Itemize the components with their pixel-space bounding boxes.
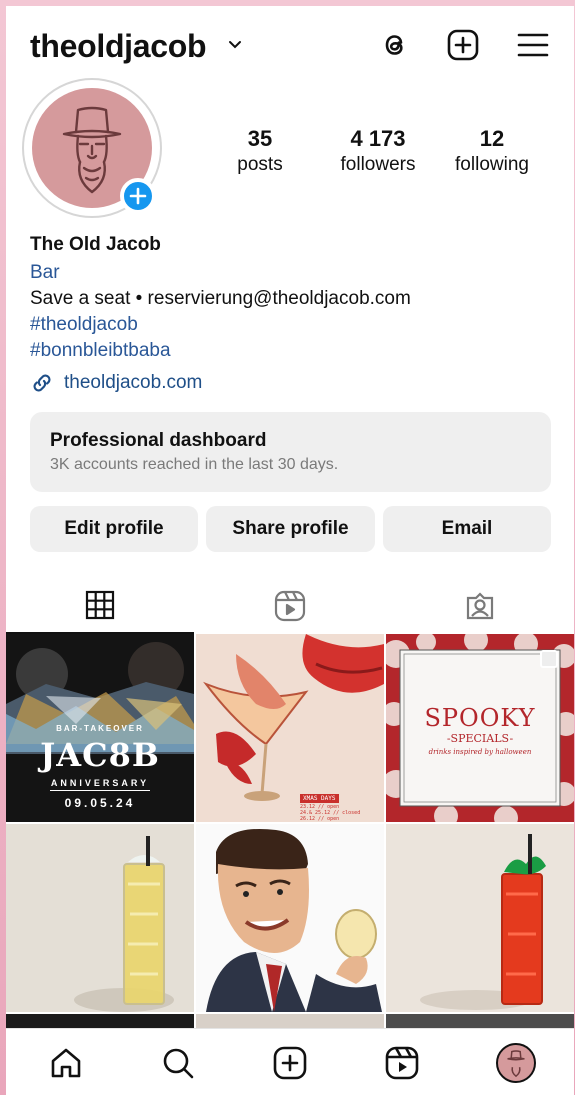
email-button[interactable]: Email [383, 506, 551, 552]
grid-tab[interactable] [6, 578, 194, 634]
post-image [420, 834, 546, 1010]
stat-label: followers [340, 154, 416, 175]
bio-text: Save a seat • reservierung@theoldjacob.c… [30, 288, 411, 309]
category-label: Bar [30, 262, 60, 283]
posts-grid: BAR-TAKEOVER JAC8B ANNIVERSARY 09.05.24 … [6, 634, 574, 1034]
post-thumbnail[interactable] [6, 824, 194, 1012]
menu-icon[interactable] [516, 28, 550, 62]
hashtag-link[interactable]: #theoldjacob [30, 312, 138, 338]
website-url: theoldjacob.com [64, 372, 203, 393]
post-image [74, 836, 174, 1012]
new-post-icon[interactable] [446, 28, 480, 62]
post-text: BAR-TAKEOVER [56, 724, 144, 733]
following-count[interactable]: 12 following [444, 126, 540, 178]
post-text: ANNIVERSARY [50, 778, 150, 788]
dashboard-title: Professional dashboard [50, 430, 267, 451]
reels-icon [274, 590, 306, 622]
grid-icon [85, 590, 115, 620]
post-text-line: 26.12 // open [300, 816, 340, 822]
stat-label: following [455, 154, 529, 175]
edit-profile-button[interactable]: Edit profile [30, 506, 198, 552]
website-link[interactable]: theoldjacob.com [30, 368, 202, 398]
post-text: XMAS DAYS [300, 794, 339, 803]
post-text: drinks inspired by halloween [428, 748, 532, 756]
tagged-icon [466, 592, 494, 620]
reels-icon[interactable] [384, 1045, 420, 1081]
hashtag-link[interactable]: #bonnbleibtbaba [30, 338, 171, 364]
followers-count[interactable]: 4 173 followers [328, 126, 428, 178]
post-text: JAC8B [40, 736, 160, 774]
stat-value: 12 [479, 126, 505, 151]
multi-post-icon [540, 650, 558, 668]
logo-icon [507, 1050, 525, 1078]
home-icon[interactable] [48, 1045, 84, 1081]
post-text: -SPECIALS- [446, 732, 514, 745]
add-story-button[interactable] [120, 178, 156, 214]
create-icon[interactable] [272, 1045, 308, 1081]
plus-icon [129, 187, 147, 205]
chevron-down-icon[interactable] [228, 38, 242, 52]
profile-avatar[interactable] [496, 1043, 536, 1083]
display-name: The Old Jacob [30, 234, 161, 255]
link-icon [33, 374, 51, 392]
post-text: 09.05.24 [64, 796, 136, 810]
post-image [203, 634, 384, 801]
post-text: 23.12 // open 24.& 25.12 // closed 26.12… [300, 804, 360, 822]
username-title[interactable]: theoldjacob [30, 28, 207, 65]
stat-label: posts [237, 154, 283, 175]
stat-value: 4 173 [350, 126, 406, 151]
post-thumbnail[interactable] [196, 824, 384, 1012]
top-bar: theoldjacob [6, 6, 574, 80]
post-thumbnail[interactable]: XMAS DAYS 23.12 // open 24.& 25.12 // cl… [196, 634, 384, 822]
post-image [206, 828, 382, 1012]
professional-dashboard[interactable]: Professional dashboard 3K accounts reach… [30, 412, 551, 492]
post-thumbnail[interactable] [386, 824, 574, 1012]
stat-value: 35 [247, 126, 273, 151]
share-profile-button[interactable]: Share profile [206, 506, 375, 552]
posts-count[interactable]: 35 posts [220, 126, 300, 178]
tagged-tab[interactable] [386, 578, 574, 634]
reels-tab[interactable] [196, 578, 384, 634]
threads-icon[interactable] [378, 28, 412, 62]
bottom-navigation [6, 1028, 574, 1095]
profile-screen: theoldjacob 35 posts 4 173 followers 12 … [6, 6, 574, 1095]
dashboard-subtitle: 3K accounts reached in the last 30 days. [50, 456, 339, 473]
post-thumbnail[interactable]: SPOOKY -SPECIALS- drinks inspired by hal… [386, 634, 574, 822]
post-text: SPOOKY [424, 704, 536, 732]
search-icon[interactable] [160, 1045, 196, 1081]
post-thumbnail[interactable]: BAR-TAKEOVER JAC8B ANNIVERSARY 09.05.24 [6, 634, 194, 822]
